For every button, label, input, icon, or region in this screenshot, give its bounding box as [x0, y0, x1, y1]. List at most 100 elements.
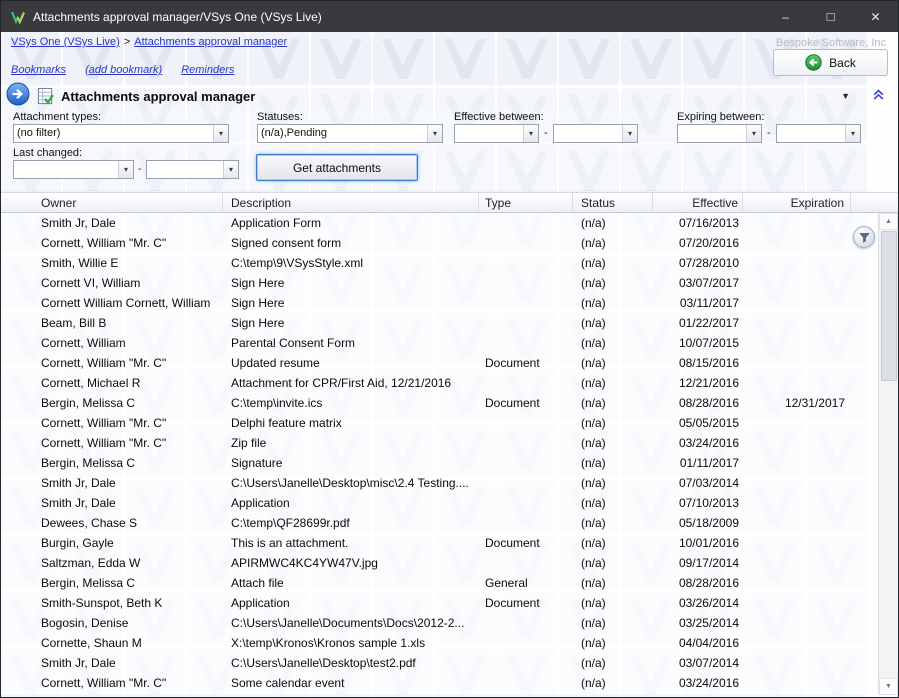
filter-funnel-button[interactable] [853, 226, 875, 248]
table-row[interactable]: Cornett, William "Mr. C"Delphi feature m… [1, 413, 878, 433]
column-header-description[interactable]: Description [223, 193, 479, 212]
expiring-to-dropdown[interactable]: ▾ [776, 124, 861, 143]
cell-description: X:\temp\Kronos\Kronos sample 1.xls [223, 636, 479, 650]
table-row[interactable]: Cornett, WilliamParental Consent Form(n/… [1, 333, 878, 353]
company-label: Bespoke Software, Inc [776, 37, 886, 49]
chevron-down-icon[interactable]: ▾ [118, 161, 133, 178]
cell-type: Document [479, 536, 573, 550]
table-row[interactable]: Smith Jr, DaleC:\Users\Janelle\Desktop\m… [1, 473, 878, 493]
vertical-scrollbar[interactable]: ▲ ▼ [878, 213, 898, 695]
cell-effective: 03/07/2017 [653, 276, 743, 290]
table-row[interactable]: Cornett, William "Mr. C"Some calendar ev… [1, 673, 878, 693]
last-changed-to-dropdown[interactable]: ▾ [146, 160, 239, 179]
attachments-table: Owner Description Type Status Effective … [1, 192, 898, 695]
cell-owner: Cornett, William "Mr. C" [1, 236, 223, 250]
collapse-panel-icon[interactable] [872, 88, 885, 106]
get-attachments-button[interactable]: Get attachments [256, 154, 418, 181]
table-row[interactable]: Smith-Sunspot, Beth KApplicationDocument… [1, 593, 878, 613]
cell-owner: Cornett, William "Mr. C" [1, 676, 223, 690]
maximize-button[interactable]: □ [808, 1, 853, 32]
table-row[interactable]: Beam, Bill BSign Here(n/a)01/22/2017 [1, 313, 878, 333]
table-row[interactable]: Cornett William Cornett, WilliamSign Her… [1, 293, 878, 313]
column-header-effective[interactable]: Effective [653, 193, 743, 212]
cell-effective: 08/15/2016 [653, 356, 743, 370]
cell-effective: 07/20/2016 [653, 236, 743, 250]
chevron-down-icon[interactable]: ▾ [845, 125, 860, 142]
table-row[interactable]: Cornett, Michael RAttachment for CPR/Fir… [1, 373, 878, 393]
table-row[interactable]: Bergin, Melissa CAttach fileGeneral(n/a)… [1, 573, 878, 593]
cell-owner: Bogosin, Denise [1, 616, 223, 630]
app-window: Attachments approval manager/VSys One (V… [0, 0, 899, 698]
table-row[interactable]: Smith Jr, DaleApplication Form(n/a)07/16… [1, 213, 878, 233]
range-separator: - [138, 163, 142, 175]
table-row[interactable]: Smith Jr, DaleC:\Users\Janelle\Desktop\t… [1, 653, 878, 673]
table-row[interactable]: Burgin, GayleThis is an attachment.Docum… [1, 533, 878, 553]
table-row[interactable]: Cornette, Shaun MX:\temp\Kronos\Kronos s… [1, 633, 878, 653]
table-row[interactable]: Cornett, William "Mr. C"Signed consent f… [1, 233, 878, 253]
table-row[interactable]: Cornett VI, WilliamSign Here(n/a)03/07/2… [1, 273, 878, 293]
table-row[interactable]: Smith Jr, DaleApplication(n/a)07/10/2013 [1, 493, 878, 513]
scrollbar-thumb[interactable] [881, 231, 897, 381]
cell-status: (n/a) [573, 596, 653, 610]
cell-status: (n/a) [573, 576, 653, 590]
last-changed-from-dropdown[interactable]: ▾ [13, 160, 134, 179]
effective-from-dropdown[interactable]: ▾ [454, 124, 539, 143]
cell-effective: 05/05/2015 [653, 416, 743, 430]
cell-owner: Cornett William Cornett, William [1, 296, 223, 310]
column-header-expiration[interactable]: Expiration [743, 193, 851, 212]
statuses-value: (n/a),Pending [258, 125, 427, 142]
chevron-down-icon[interactable]: ▾ [427, 125, 442, 142]
back-button[interactable]: Back [773, 49, 888, 76]
table-row[interactable]: Bogosin, DeniseC:\Users\Janelle\Document… [1, 613, 878, 633]
cell-effective: 03/11/2017 [653, 296, 743, 310]
cell-status: (n/a) [573, 336, 653, 350]
table-row[interactable]: Saltzman, Edda WAPIRMWC4KC4YW47V.jpg(n/a… [1, 553, 878, 573]
table-row[interactable]: Bergin, Melissa CC:\temp\invite.icsDocum… [1, 393, 878, 413]
close-button[interactable]: ✕ [853, 1, 898, 32]
cell-description: Application [223, 596, 479, 610]
range-separator: - [767, 127, 771, 139]
add-bookmark-link[interactable]: (add bookmark) [85, 64, 162, 76]
statuses-dropdown[interactable]: (n/a),Pending ▾ [257, 124, 443, 143]
column-header-status[interactable]: Status [573, 193, 653, 212]
cell-effective: 10/01/2016 [653, 536, 743, 550]
attachment-types-dropdown[interactable]: (no filter) ▾ [13, 124, 229, 143]
cell-effective: 07/28/2010 [653, 256, 743, 270]
breadcrumb-home-link[interactable]: VSys One (VSys Live) [11, 36, 120, 48]
table-row[interactable]: Cornett, William "Mr. C"Zip file(n/a)03/… [1, 433, 878, 453]
scroll-up-icon[interactable]: ▲ [879, 213, 898, 230]
panel-menu-arrow-icon[interactable]: ▼ [841, 91, 850, 101]
scroll-down-icon[interactable]: ▼ [879, 678, 898, 695]
cell-status: (n/a) [573, 356, 653, 370]
effective-to-dropdown[interactable]: ▾ [553, 124, 638, 143]
cell-effective: 07/10/2013 [653, 496, 743, 510]
table-row[interactable]: Cornett, William "Mr. C"Updated resumeDo… [1, 353, 878, 373]
column-header-type[interactable]: Type [479, 193, 573, 212]
minimize-button[interactable]: – [763, 1, 808, 32]
bookmarks-link[interactable]: Bookmarks [11, 64, 66, 76]
breadcrumb-current-link[interactable]: Attachments approval manager [134, 36, 287, 48]
chevron-down-icon[interactable]: ▾ [523, 125, 538, 142]
chevron-down-icon[interactable]: ▾ [622, 125, 637, 142]
cell-effective: 08/28/2016 [653, 576, 743, 590]
chevron-down-icon[interactable]: ▾ [223, 161, 238, 178]
table-row[interactable]: Dewees, Chase SC:\temp\QF28699r.pdf(n/a)… [1, 513, 878, 533]
cell-description: C:\Users\Janelle\Documents\Docs\2012-2..… [223, 616, 479, 630]
cell-description: This is an attachment. [223, 536, 479, 550]
navigate-button[interactable] [6, 82, 30, 106]
cell-description: Application Form [223, 216, 479, 230]
expiring-from-dropdown[interactable]: ▾ [677, 124, 762, 143]
quick-links: Bookmarks (add bookmark) Reminders [11, 64, 250, 76]
chevron-down-icon[interactable]: ▾ [213, 125, 228, 142]
table-row[interactable]: Smith, Willie EC:\temp\9\VSysStyle.xml(n… [1, 253, 878, 273]
cell-status: (n/a) [573, 256, 653, 270]
cell-description: Zip file [223, 436, 479, 450]
effective-between-label: Effective between: [454, 111, 544, 123]
attachment-types-value: (no filter) [14, 125, 213, 142]
cell-owner: Cornett, William [1, 336, 223, 350]
table-row[interactable]: Bergin, Melissa CSignature(n/a)01/11/201… [1, 453, 878, 473]
reminders-link[interactable]: Reminders [181, 64, 234, 76]
column-header-owner[interactable]: Owner [1, 193, 223, 212]
chevron-down-icon[interactable]: ▾ [746, 125, 761, 142]
cell-effective: 03/24/2016 [653, 676, 743, 690]
